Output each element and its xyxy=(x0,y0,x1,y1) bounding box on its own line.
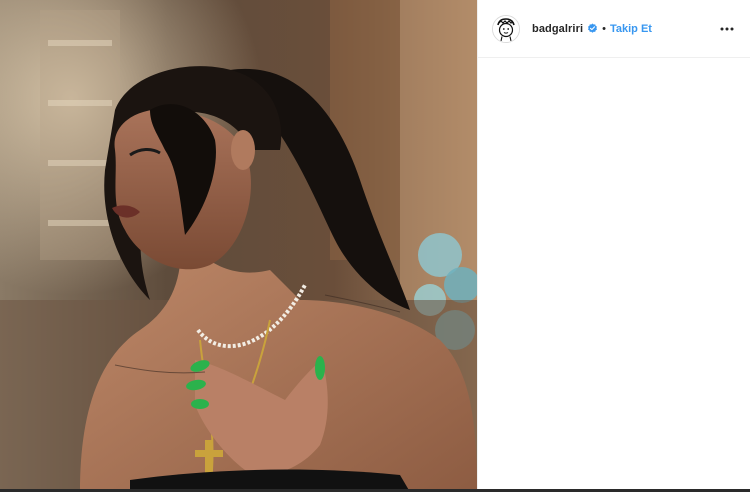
comments-area xyxy=(478,58,750,492)
profile-avatar-icon[interactable] xyxy=(492,14,520,43)
separator-dot: • xyxy=(602,22,606,35)
post-username[interactable]: badgalriri xyxy=(532,23,583,35)
follow-button[interactable]: Takip Et xyxy=(610,23,652,35)
instagram-post: badgalriri • Takip Et xyxy=(0,0,750,492)
post-header: badgalriri • Takip Et xyxy=(478,0,750,58)
post-photo-image xyxy=(0,0,477,492)
post-photo[interactable] xyxy=(0,0,477,492)
verified-badge-icon xyxy=(587,23,598,34)
post-side-panel: badgalriri • Takip Et xyxy=(477,0,750,492)
more-options-icon[interactable] xyxy=(718,20,736,38)
